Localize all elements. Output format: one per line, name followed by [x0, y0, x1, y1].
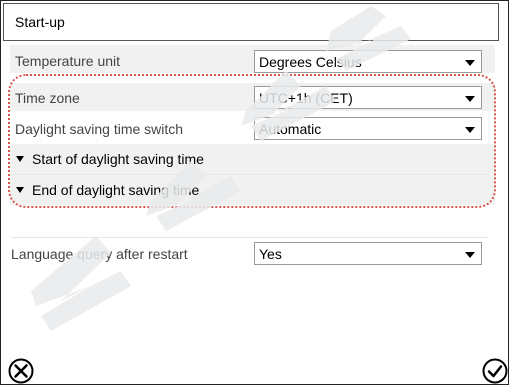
chevron-down-icon	[465, 60, 475, 66]
temperature-unit-label: Temperature unit	[15, 53, 121, 69]
cancel-icon[interactable]	[7, 357, 35, 385]
startup-dialog: Start-up Temperature unit Degrees Celsiu…	[0, 0, 509, 385]
temperature-unit-value: Degrees Celsius	[259, 54, 362, 70]
language-query-select[interactable]: Yes	[254, 242, 482, 265]
language-query-label: Language query after restart	[11, 246, 188, 262]
language-query-value: Yes	[259, 246, 282, 262]
temperature-unit-select[interactable]: Degrees Celsius	[254, 50, 482, 73]
chevron-down-icon	[465, 252, 475, 258]
divider	[11, 237, 489, 238]
title-bar: Start-up	[3, 3, 499, 41]
dialog-title: Start-up	[15, 14, 65, 30]
highlight-outline	[8, 74, 496, 208]
confirm-check-icon[interactable]	[481, 357, 509, 385]
